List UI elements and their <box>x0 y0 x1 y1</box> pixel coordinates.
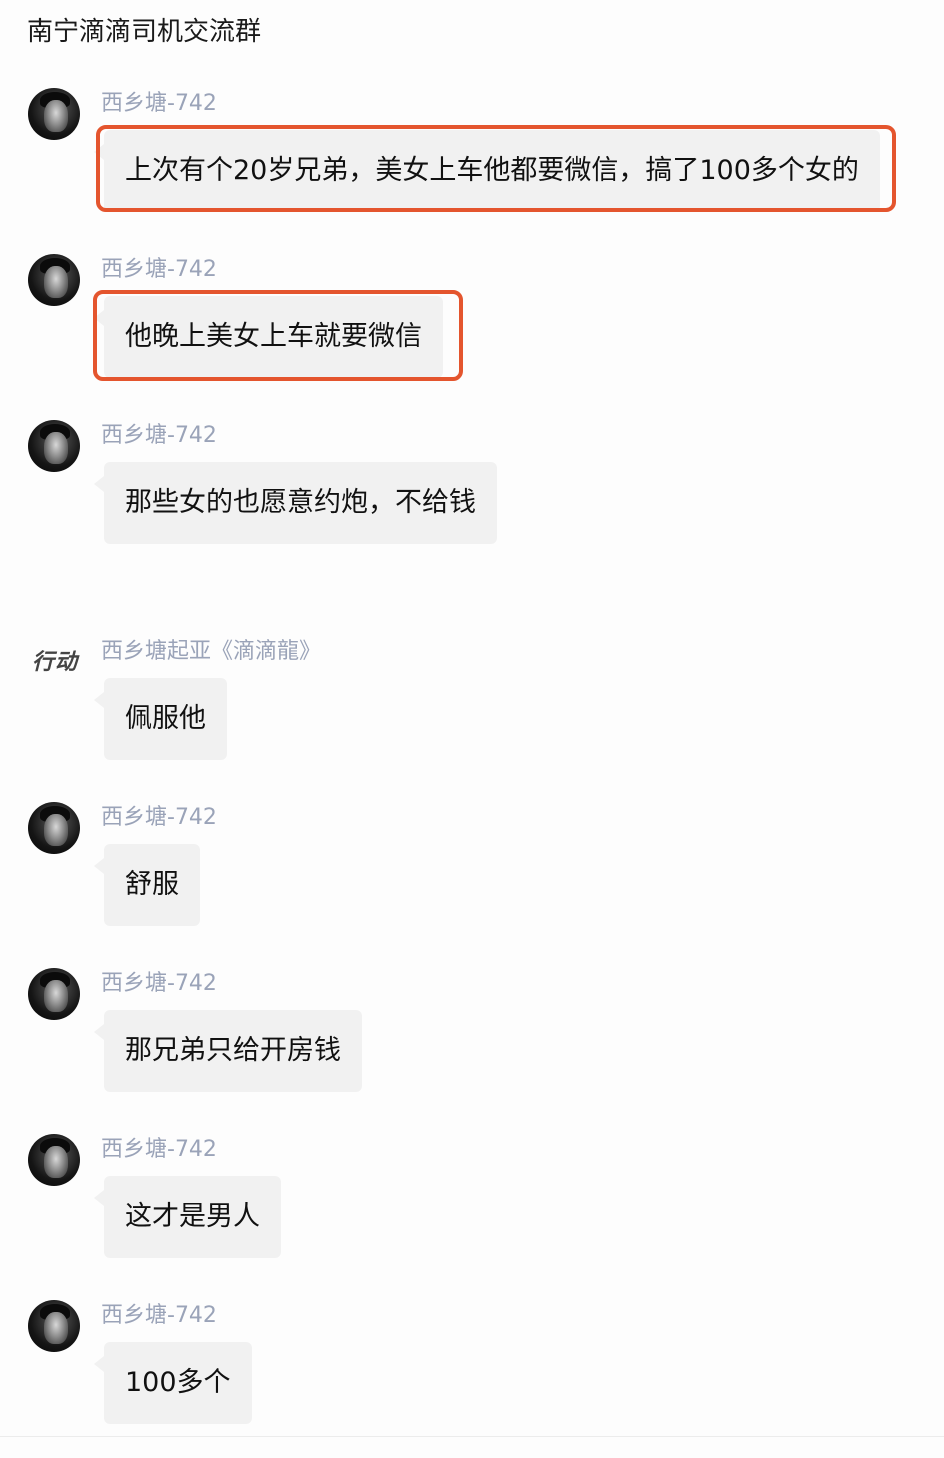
message-bubble[interactable]: 100多个 <box>94 1342 252 1424</box>
avatar[interactable]: 行动 <box>32 644 78 676</box>
sender-name[interactable]: 西乡塘-742 <box>101 420 217 452</box>
highlight-box <box>96 125 896 212</box>
sender-name[interactable]: 西乡塘起亚《滴滴龍》 <box>101 636 321 668</box>
message-bubble[interactable]: 这才是男人 <box>94 1176 281 1258</box>
avatar[interactable] <box>28 88 80 140</box>
avatar[interactable] <box>28 802 80 854</box>
avatar[interactable] <box>28 1300 80 1352</box>
sender-name[interactable]: 西乡塘-742 <box>101 968 217 1000</box>
sender-name[interactable]: 西乡塘-742 <box>101 88 217 120</box>
avatar[interactable] <box>28 1134 80 1186</box>
sender-name[interactable]: 西乡塘-742 <box>101 802 217 834</box>
message-bubble[interactable]: 舒服 <box>94 844 200 926</box>
sender-name[interactable]: 西乡塘-742 <box>101 254 217 286</box>
message-bubble[interactable]: 那兄弟只给开房钱 <box>94 1010 362 1092</box>
sender-name[interactable]: 西乡塘-742 <box>101 1300 217 1332</box>
page-title: 南宁滴滴司机交流群 <box>27 17 262 47</box>
sender-name[interactable]: 西乡塘-742 <box>101 1134 217 1166</box>
avatar[interactable] <box>28 968 80 1020</box>
message-bubble[interactable]: 那些女的也愿意约炮，不给钱 <box>94 462 497 544</box>
divider <box>0 1436 944 1437</box>
avatar[interactable] <box>28 254 80 306</box>
highlight-box <box>93 290 463 381</box>
chat-screen: 南宁滴滴司机交流群 西乡塘-742 上次有个20岁兄弟，美女上车他都要微信，搞了… <box>0 0 944 1458</box>
avatar[interactable] <box>28 420 80 472</box>
message-bubble[interactable]: 佩服他 <box>94 678 227 760</box>
